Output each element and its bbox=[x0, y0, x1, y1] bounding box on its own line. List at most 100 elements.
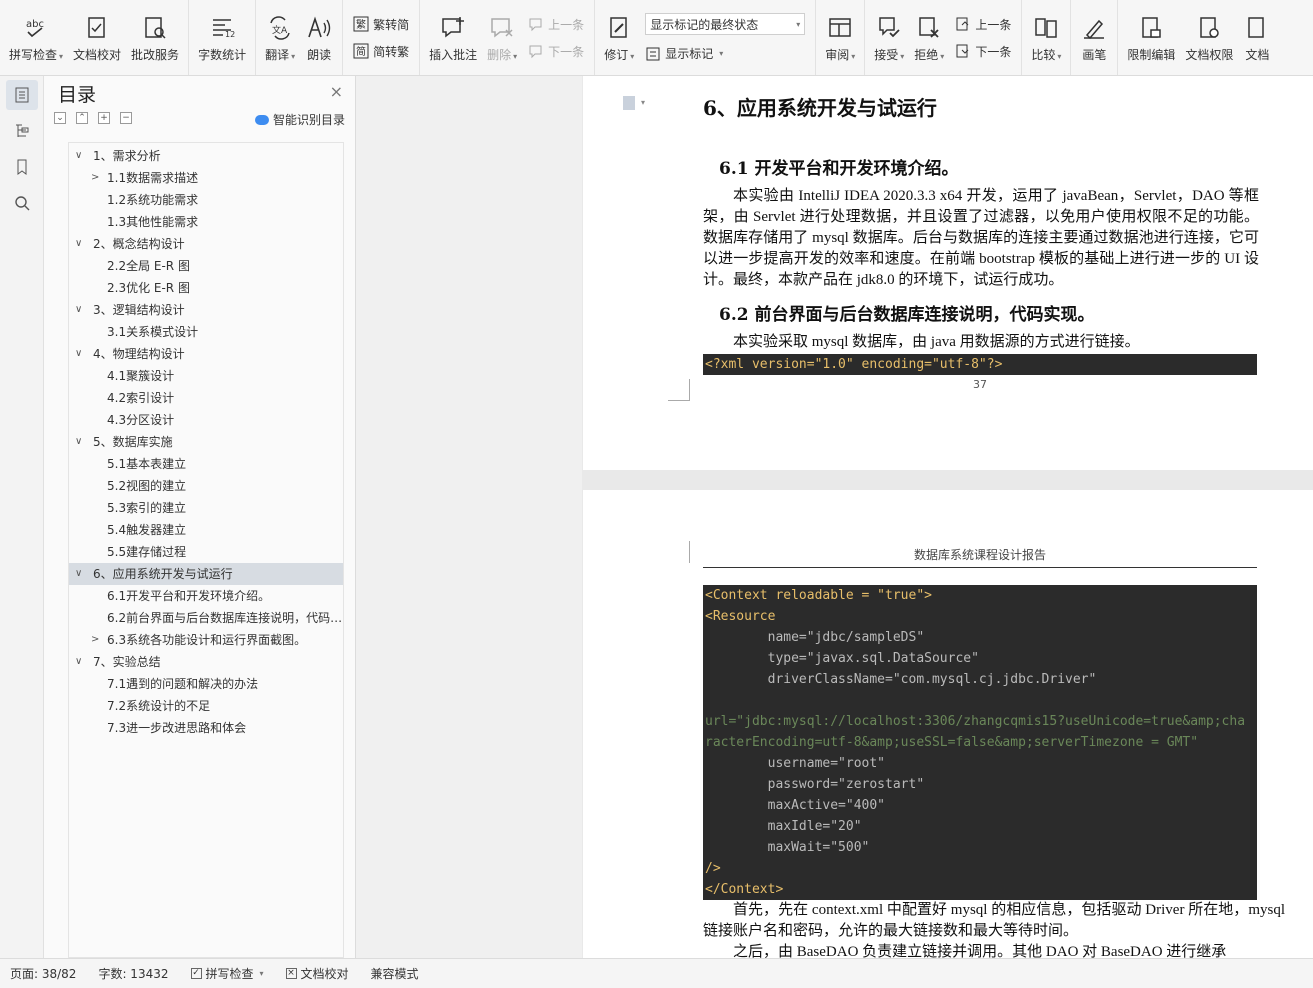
insert-comment-button[interactable]: 插入批注 bbox=[424, 0, 482, 75]
toc-item-label: 5.5建存储过程 bbox=[107, 545, 187, 559]
chevron-down-icon[interactable]: ∨ bbox=[75, 431, 82, 453]
chevron-right-icon[interactable]: > bbox=[91, 629, 99, 651]
smart-toc-button[interactable]: 智能识别目录 bbox=[254, 111, 345, 128]
prev-change-button[interactable]: 上一条 bbox=[955, 16, 1011, 33]
toc-item[interactable]: >6.3系统各功能设计和运行界面截图。 bbox=[69, 629, 343, 651]
code-line: name="jdbc/sampleDS" bbox=[705, 630, 925, 645]
word-count-button[interactable]: 123 字数统计 bbox=[193, 0, 251, 75]
next-comment-button[interactable]: 下一条 bbox=[528, 43, 584, 60]
close-icon[interactable]: × bbox=[330, 82, 343, 101]
show-markup-button[interactable]: 显示标记 ▾ bbox=[645, 45, 805, 62]
toc-item[interactable]: >1.1数据需求描述 bbox=[69, 167, 343, 189]
toc-item[interactable]: 6.1开发平台和开发环境介绍。 bbox=[69, 585, 343, 607]
chevron-down-icon[interactable]: ∨ bbox=[75, 233, 82, 255]
toc-item[interactable]: 5.3索引的建立 bbox=[69, 497, 343, 519]
toc-item[interactable]: ∨ 3、逻辑结构设计 bbox=[69, 299, 343, 321]
toc-item[interactable]: 7.1遇到的问题和解决的办法 bbox=[69, 673, 343, 695]
toc-list: ∨ 1、需求分析 >1.1数据需求描述 1.2系统功能需求 1.3其他性能需求 ∨ 2、概念… bbox=[68, 142, 344, 958]
toc-item[interactable]: ∨ 1、需求分析 bbox=[69, 145, 343, 167]
nav-icon-strip bbox=[0, 76, 44, 958]
toc-item[interactable]: 2.2全局 E-R 图 bbox=[69, 255, 343, 277]
word-count-indicator[interactable]: 字数: 13432 bbox=[98, 965, 168, 982]
delete-comment-button[interactable]: 删除 ▾ bbox=[482, 0, 522, 75]
accept-change-button[interactable]: 接受 ▾ bbox=[869, 0, 909, 75]
toc-item[interactable]: 5.4触发器建立 bbox=[69, 519, 343, 541]
toc-item[interactable]: 2.3优化 E-R 图 bbox=[69, 277, 343, 299]
expand-up-icon[interactable]: ⌃ bbox=[76, 112, 88, 124]
toc-item[interactable]: ∨ 4、物理结构设计 bbox=[69, 343, 343, 365]
document-canvas[interactable]: ▾ 6、应用系统开发与试运行 6.1 开发平台和开发环境介绍。 本实验由 Int… bbox=[582, 76, 1313, 958]
pen-button[interactable]: 画笔 bbox=[1075, 0, 1113, 75]
toc-item[interactable]: ∨ 2、概念结构设计 bbox=[69, 233, 343, 255]
chevron-down-icon[interactable]: ∨ bbox=[75, 299, 82, 321]
toc-item-label: 6.3系统各功能设计和运行界面截图。 bbox=[107, 633, 307, 647]
page-indicator[interactable]: 页面: 38/82 bbox=[10, 965, 76, 982]
status-doc-proofread[interactable]: × 文档校对 bbox=[285, 965, 349, 982]
chevron-down-icon[interactable]: ∨ bbox=[75, 563, 82, 585]
toc-title: 目录 bbox=[58, 84, 97, 106]
toc-item[interactable]: 5.1基本表建立 bbox=[69, 453, 343, 475]
next-change-button[interactable]: 下一条 bbox=[955, 43, 1011, 60]
spell-check-button[interactable]: abc 拼写检查 ▾ bbox=[4, 0, 68, 75]
collapse-down-icon[interactable]: ⌄ bbox=[54, 112, 66, 124]
toc-item[interactable]: ∨ 5、数据库实施 bbox=[69, 431, 343, 453]
insert-comment-icon bbox=[439, 14, 467, 42]
delete-comment-icon bbox=[488, 14, 516, 42]
chevron-down-icon[interactable]: ∨ bbox=[75, 651, 82, 673]
status-spell-check[interactable]: ✓ 拼写检查 ▾ bbox=[190, 965, 264, 982]
toc-item[interactable]: 7.3进一步改进思路和体会 bbox=[69, 717, 343, 739]
doc-proofread-button[interactable]: 文档校对 bbox=[68, 0, 126, 75]
ribbon-group-count: 123 字数统计 bbox=[189, 0, 257, 75]
ribbon-group-changes: 接受 ▾ 拒绝 ▾ 上一条 下一条 bbox=[865, 0, 1023, 75]
doc-permission-button[interactable]: 文档权限 bbox=[1180, 0, 1238, 75]
review-pane-button[interactable]: 审阅 ▾ bbox=[820, 0, 860, 75]
toc-item[interactable]: 4.1聚簇设计 bbox=[69, 365, 343, 387]
remove-heading-icon[interactable]: − bbox=[120, 112, 132, 124]
prev-change-icon bbox=[956, 17, 969, 31]
chevron-down-icon[interactable]: ∨ bbox=[75, 343, 82, 365]
toc-item-label: 7.3进一步改进思路和体会 bbox=[107, 721, 247, 735]
translate-button[interactable]: 文A 翻译 ▾ bbox=[260, 0, 300, 75]
toc-item[interactable]: 3.1关系模式设计 bbox=[69, 321, 343, 343]
toc-item[interactable]: 5.5建存储过程 bbox=[69, 541, 343, 563]
code-line: password="zerostart" bbox=[705, 777, 925, 792]
trad-to-simp-button[interactable]: 繁繁转简 bbox=[353, 16, 409, 33]
toc-item[interactable]: 1.3其他性能需求 bbox=[69, 211, 343, 233]
heading-6-1: 6.1 开发平台和开发环境介绍。 bbox=[719, 159, 959, 179]
doc-more-button[interactable]: 文档 bbox=[1238, 0, 1276, 75]
simp-to-trad-button[interactable]: 简简转繁 bbox=[353, 43, 409, 60]
read-aloud-button[interactable]: 朗读 bbox=[300, 0, 338, 75]
batch-service-button[interactable]: 批改服务 bbox=[126, 0, 184, 75]
reject-change-button[interactable]: 拒绝 ▾ bbox=[909, 0, 949, 75]
ribbon-group-chinese: 繁繁转简 简简转繁 bbox=[343, 0, 421, 75]
heading-6: 6、应用系统开发与试运行 bbox=[703, 96, 937, 120]
code-line: <Resource bbox=[705, 609, 776, 624]
search-icon[interactable] bbox=[6, 188, 38, 218]
page-37: ▾ 6、应用系统开发与试运行 6.1 开发平台和开发环境介绍。 本实验由 Int… bbox=[583, 76, 1313, 470]
compare-icon bbox=[1032, 14, 1060, 42]
toc-item[interactable]: 5.2视图的建立 bbox=[69, 475, 343, 497]
ribbon-group-ink: 画笔 bbox=[1071, 0, 1119, 75]
outline-pane-icon[interactable] bbox=[6, 116, 38, 146]
paragraph-menu-icon[interactable] bbox=[623, 96, 635, 110]
add-heading-icon[interactable]: + bbox=[98, 112, 110, 124]
doc-more-icon bbox=[1243, 14, 1271, 42]
markup-mode-select[interactable]: 显示标记的最终状态 ▾ bbox=[645, 13, 806, 35]
toc-pane-icon[interactable] bbox=[6, 80, 38, 110]
restrict-edit-button[interactable]: 限制编辑 bbox=[1122, 0, 1180, 75]
heading-6-2: 6.2 前台界面与后台数据库连接说明，代码实现。 bbox=[719, 305, 1095, 325]
track-changes-button[interactable]: 修订 ▾ bbox=[599, 0, 639, 75]
toc-item[interactable]: 4.3分区设计 bbox=[69, 409, 343, 431]
toc-item[interactable]: ∨ 6、应用系统开发与试运行 bbox=[69, 563, 343, 585]
toc-item[interactable]: ∨ 7、实验总结 bbox=[69, 651, 343, 673]
chevron-right-icon[interactable]: > bbox=[91, 167, 99, 189]
bookmark-icon[interactable] bbox=[6, 152, 38, 182]
compare-button[interactable]: 比较 ▾ bbox=[1026, 0, 1066, 75]
toc-item[interactable]: 4.2索引设计 bbox=[69, 387, 343, 409]
toc-item[interactable]: 1.2系统功能需求 bbox=[69, 189, 343, 211]
prev-comment-button[interactable]: 上一条 bbox=[528, 16, 584, 33]
review-ribbon: abc 拼写检查▾ 文档校对 批改服务 123 字数统计 文A 翻译▾ bbox=[0, 0, 1313, 76]
toc-item[interactable]: 7.2系统设计的不足 bbox=[69, 695, 343, 717]
toc-item[interactable]: 6.2前台界面与后台数据库连接说明，代码实现。 bbox=[69, 607, 343, 629]
chevron-down-icon[interactable]: ∨ bbox=[75, 145, 82, 167]
